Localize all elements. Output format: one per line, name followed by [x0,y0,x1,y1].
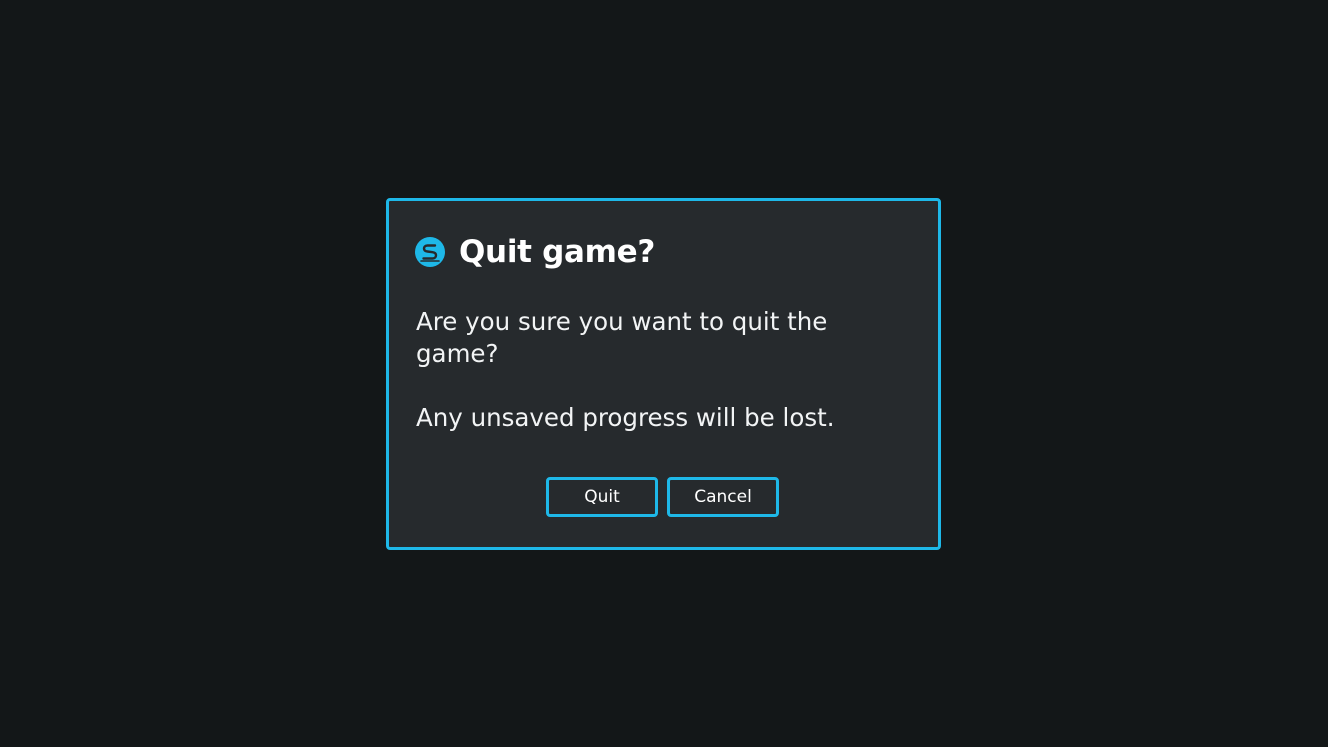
dialog-message-warning: Any unsaved progress will be lost. [416,403,835,432]
screen-backdrop: Quit game? Are you sure you want to quit… [0,0,1328,747]
dialog-title: Quit game? [459,234,656,270]
dialog-header: Quit game? [415,231,655,273]
quit-button[interactable]: Quit [546,477,658,517]
dialog-message-confirm: Are you sure you want to quit the game? [416,307,828,368]
cancel-button[interactable]: Cancel [667,477,779,517]
game-logo-icon [415,237,445,267]
quit-dialog: Quit game? Are you sure you want to quit… [386,198,941,550]
